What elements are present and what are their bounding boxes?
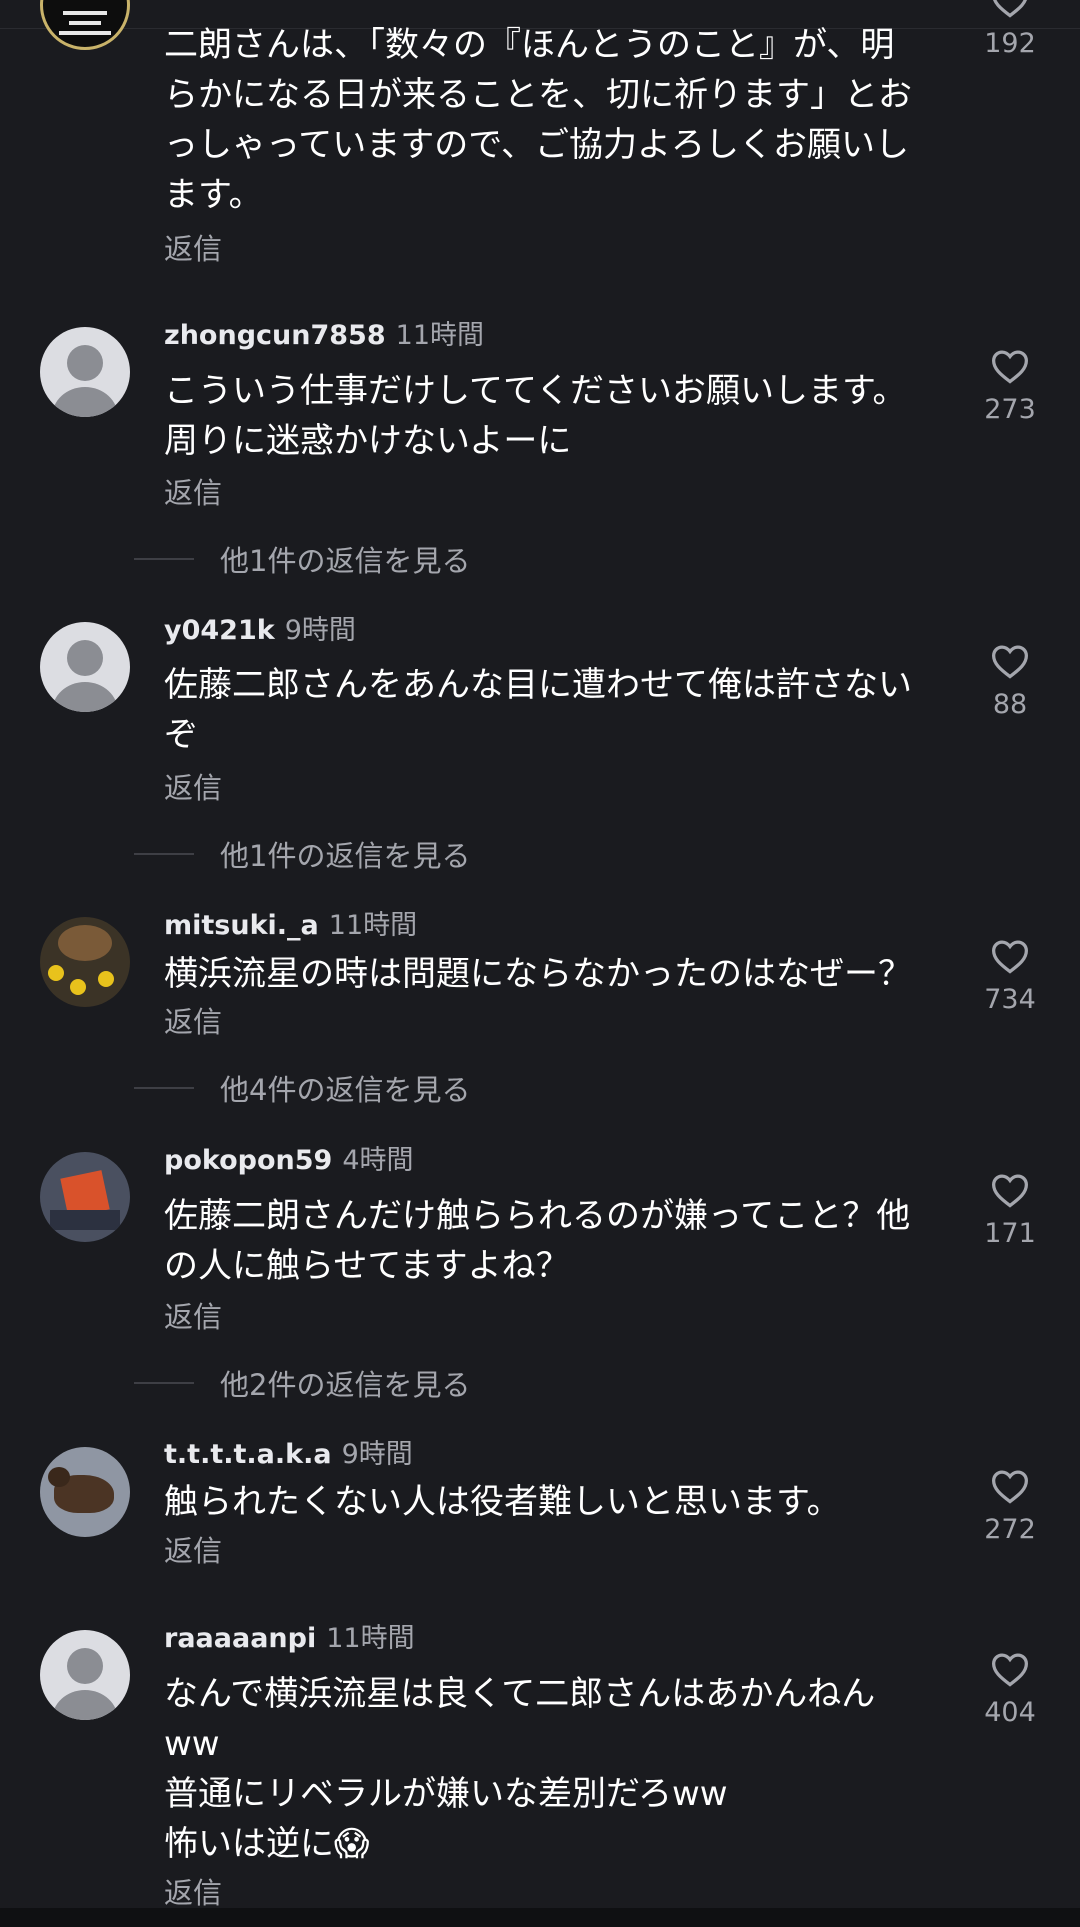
like-button[interactable]: 404 [960, 1651, 1060, 1733]
reply-button[interactable]: 返信 [164, 1002, 222, 1042]
like-button[interactable]: 192 [960, 0, 1060, 64]
username[interactable]: mitsuki._a [164, 910, 319, 941]
comment-time: 9時間 [284, 615, 356, 646]
divider [134, 1087, 194, 1089]
username[interactable]: pokopon59 [164, 1145, 332, 1176]
username[interactable]: raaaaanpi [164, 1623, 316, 1654]
avatar[interactable] [40, 327, 130, 417]
comment-time: 9時間 [341, 1439, 413, 1470]
avatar[interactable] [40, 917, 130, 1007]
reply-button[interactable]: 返信 [164, 1531, 222, 1571]
divider [134, 558, 194, 560]
like-count: 273 [984, 394, 1036, 425]
like-count: 272 [984, 1514, 1036, 1545]
reply-button[interactable]: 返信 [164, 768, 222, 808]
like-button[interactable]: 171 [960, 1172, 1060, 1254]
divider [134, 853, 194, 855]
heart-icon [991, 1174, 1029, 1208]
comment-text: 二朗さんは、「数々の『ほんとうのこと』が、明 らかになる日が来ることを、切に祈り… [164, 25, 912, 215]
view-more-replies[interactable]: 他1件の返信を見る [134, 537, 470, 581]
like-button[interactable]: 734 [960, 938, 1060, 1020]
comment-text: 佐藤二朗さんだけ触らられるのが嫌ってこと？他 の人に触らせてますよね？ [164, 1196, 911, 1286]
like-count: 88 [992, 689, 1028, 720]
comment-time: 11時間 [326, 1623, 415, 1654]
avatar[interactable] [40, 1630, 130, 1720]
default-avatar-icon [67, 345, 103, 381]
capybara-photo [58, 925, 112, 961]
divider [134, 1382, 194, 1384]
heart-icon [991, 1653, 1029, 1687]
reply-button[interactable]: 返信 [164, 473, 222, 513]
like-count: 192 [984, 28, 1036, 59]
comment-time: 11時間 [328, 910, 418, 941]
like-count: 171 [984, 1218, 1036, 1249]
comment-text: こういう仕事だけしててくださいお願いします。 周りに迷惑かけないよーに [164, 371, 907, 461]
reply-button[interactable]: 返信 [164, 1297, 222, 1337]
comment-time: 4時間 [342, 1145, 414, 1176]
avatar[interactable] [40, 0, 130, 50]
view-more-replies[interactable]: 他4件の返信を見る [134, 1066, 470, 1110]
default-avatar-icon [67, 640, 103, 676]
like-count: 404 [984, 1697, 1036, 1728]
like-button[interactable]: 272 [960, 1468, 1060, 1550]
comment-time: 11時間 [395, 320, 484, 351]
username[interactable]: zhongcun7858 [164, 320, 386, 351]
like-button[interactable]: 273 [960, 348, 1060, 430]
default-avatar-icon [67, 1648, 103, 1684]
bottom-toolbar [0, 1908, 1080, 1927]
view-more-replies[interactable]: 他2件の返信を見る [134, 1361, 470, 1405]
comment-text: 佐藤二郎さんをあんな目に遭わせて俺は許さない ぞ [164, 665, 912, 755]
logo-mark-icon [63, 11, 107, 15]
reply-button[interactable]: 返信 [164, 1873, 222, 1913]
reply-button[interactable]: 返信 [164, 229, 222, 269]
comment-text: 触られたくない人は役者難しいと思います。 [164, 1482, 841, 1522]
avatar[interactable] [40, 1152, 130, 1242]
heart-icon [991, 940, 1029, 974]
username[interactable]: t.t.t.t.a.k.a [164, 1439, 332, 1470]
view-more-replies[interactable]: 他1件の返信を見る [134, 832, 470, 876]
like-button[interactable]: 88 [960, 643, 1060, 725]
heart-icon [991, 645, 1029, 679]
comment-text: なんで横浜流星は良くて二郎さんはあかんねん ww 普通にリベラルが嫌いな差別だろ… [164, 1674, 876, 1864]
comment-text: 横浜流星の時は問題にならなかったのはなぜー？ [164, 954, 912, 994]
like-count: 734 [984, 984, 1036, 1015]
avatar[interactable] [40, 622, 130, 712]
heart-icon [991, 350, 1029, 384]
avatar[interactable] [40, 1447, 130, 1537]
heart-icon [993, 0, 1027, 18]
username[interactable]: y0421k [164, 615, 275, 646]
heart-icon [991, 1470, 1029, 1504]
